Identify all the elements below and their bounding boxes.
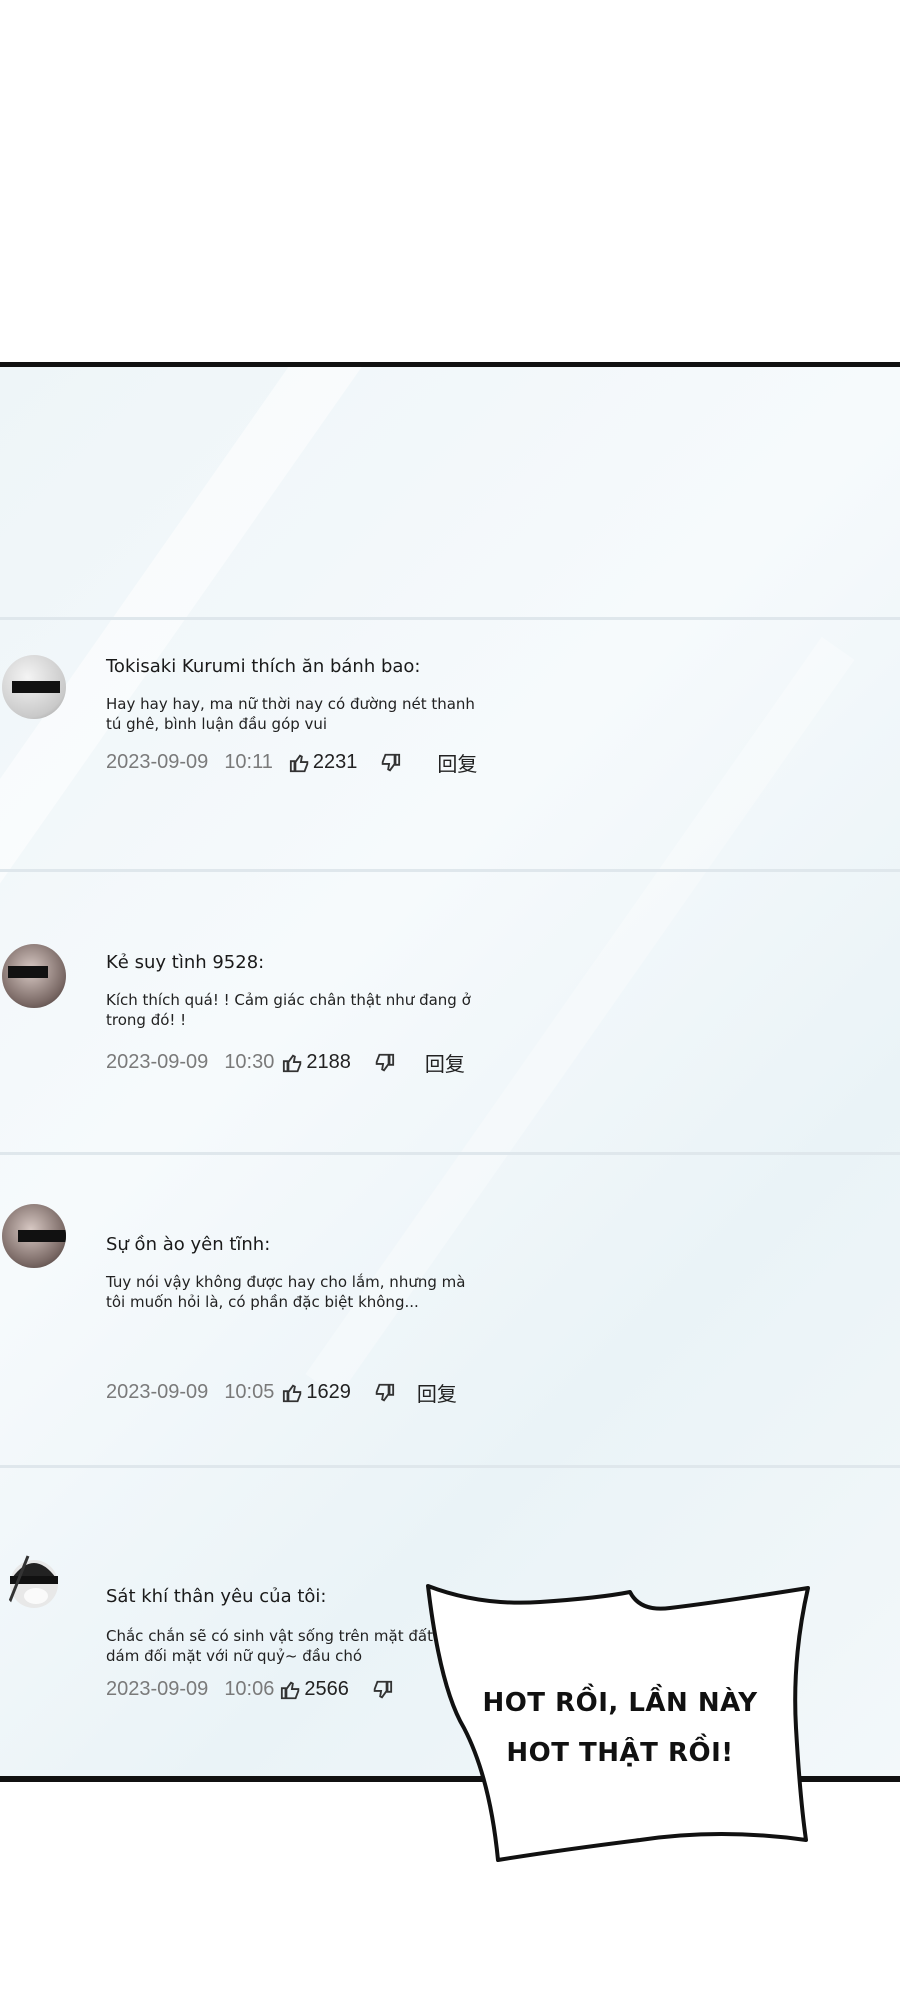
comment-meta: 2023-09-09 10:06 2566 [106, 1678, 393, 1701]
like-count: 2566 [304, 1678, 349, 1700]
comment-time: 10:30 [224, 1051, 275, 1073]
thumbs-up-icon[interactable] [289, 752, 311, 774]
avatar[interactable] [2, 655, 66, 719]
comment-time: 10:11 [224, 751, 273, 773]
comment-date: 2023-09-09 [106, 751, 209, 773]
comment-date: 2023-09-09 [106, 1678, 209, 1700]
censor-bar [8, 966, 48, 978]
comment-meta: 2023-09-09 10:30 2188 回复 [106, 1048, 465, 1077]
thumbs-up-icon[interactable] [282, 1052, 304, 1074]
comment-text: Tuy nói vậy không được hay cho lắm, nhưn… [106, 1273, 466, 1311]
divider [0, 1152, 900, 1155]
comment-author[interactable]: Tokisaki Kurumi thích ăn bánh bao: [106, 656, 421, 677]
censor-bar [12, 681, 60, 693]
comment-time: 10:05 [224, 1381, 275, 1403]
thumbs-down-icon[interactable] [373, 1382, 395, 1404]
comment-date: 2023-09-09 [106, 1381, 209, 1403]
comment-meta: 2023-09-09 10:05 1629 回复 [106, 1378, 457, 1407]
divider [0, 617, 900, 620]
thumbs-down-icon[interactable] [379, 752, 401, 774]
comment-author[interactable]: Kẻ suy tình 9528: [106, 952, 264, 973]
comment-time: 10:06 [224, 1678, 275, 1700]
avatar[interactable] [2, 944, 66, 1008]
divider [0, 1465, 900, 1468]
speech-line-2: HOT THẬT RỒI! [506, 1738, 734, 1768]
reply-button[interactable]: 回复 [437, 748, 477, 777]
comment-text: Kích thích quá! ! Cảm giác chân thật như… [106, 991, 471, 1029]
comment-text: Hay hay hay, ma nữ thời nay có đường nét… [106, 695, 475, 733]
avatar[interactable] [2, 1548, 66, 1612]
speech-bubble-text: HOT RỒI, LẦN NÀY HOT THẬT RỒI! [470, 1678, 770, 1778]
avatar[interactable] [2, 1204, 66, 1268]
censor-bar [18, 1230, 66, 1242]
reply-button[interactable]: 回复 [417, 1378, 457, 1407]
thumbs-up-icon[interactable] [282, 1382, 304, 1404]
comment-author[interactable]: Sự ồn ào yên tĩnh: [106, 1234, 270, 1255]
like-count: 1629 [306, 1381, 351, 1403]
thumbs-down-icon[interactable] [371, 1679, 393, 1701]
thumbs-up-icon[interactable] [280, 1679, 302, 1701]
comment-text: Chắc chắn sẽ có sinh vật sống trên mặt đ… [106, 1627, 433, 1665]
divider [0, 869, 900, 872]
like-count: 2188 [306, 1051, 351, 1073]
like-count: 2231 [312, 751, 358, 773]
comment-author[interactable]: Sát khí thân yêu của tôi: [106, 1586, 326, 1607]
ninja-avatar-icon [6, 1555, 58, 1608]
comment-date: 2023-09-09 [106, 1051, 209, 1073]
comment-meta: 2023-09-09 10:11 2231 回复 [106, 748, 477, 777]
thumbs-down-icon[interactable] [373, 1052, 395, 1074]
speech-line-1: HOT RỒI, LẦN NÀY [482, 1688, 758, 1718]
reply-button[interactable]: 回复 [425, 1048, 465, 1077]
